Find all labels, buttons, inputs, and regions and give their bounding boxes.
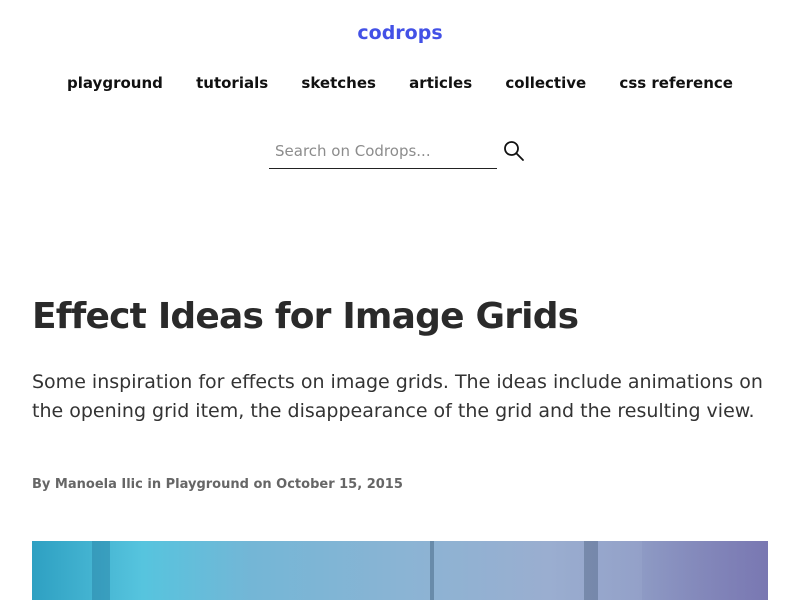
main-nav: playground tutorials sketches articles c… xyxy=(0,74,800,92)
article-meta: By Manoela Ilic in Playground on October… xyxy=(32,477,403,492)
nav-item-articles[interactable]: articles xyxy=(409,74,472,92)
nav-item-css-reference[interactable]: css reference xyxy=(619,74,733,92)
search-icon[interactable] xyxy=(502,139,526,163)
author-link[interactable]: Manoela Ilic xyxy=(55,477,143,492)
search-input[interactable] xyxy=(269,136,495,166)
meta-on: on xyxy=(253,477,272,492)
nav-item-tutorials[interactable]: tutorials xyxy=(196,74,268,92)
meta-in: in xyxy=(147,477,162,492)
meta-by: By xyxy=(32,477,51,492)
hero-image xyxy=(32,541,768,600)
search-box xyxy=(269,136,497,169)
site-logo[interactable]: codrops xyxy=(0,22,800,44)
category-link[interactable]: Playground xyxy=(166,477,249,492)
nav-item-collective[interactable]: collective xyxy=(505,74,586,92)
article-title: Effect Ideas for Image Grids xyxy=(32,296,579,337)
meta-date: October 15, 2015 xyxy=(276,477,403,492)
nav-item-sketches[interactable]: sketches xyxy=(301,74,376,92)
page: codrops playground tutorials sketches ar… xyxy=(0,0,800,600)
nav-item-playground[interactable]: playground xyxy=(67,74,163,92)
article-lede: Some inspiration for effects on image gr… xyxy=(32,371,763,422)
